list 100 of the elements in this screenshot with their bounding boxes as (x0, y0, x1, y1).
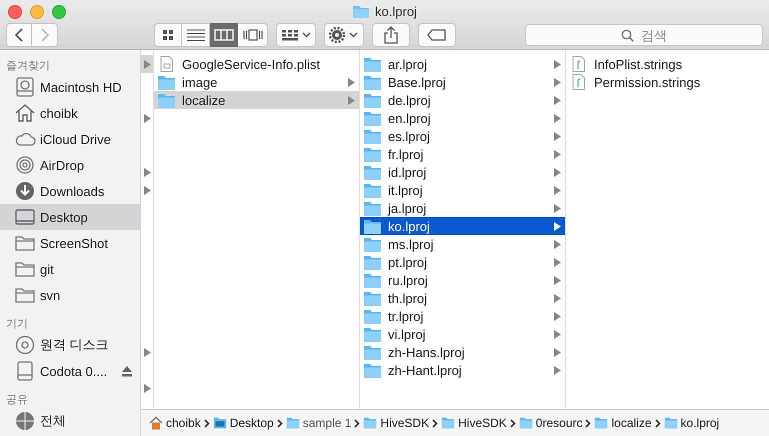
gear-icon (329, 27, 359, 43)
chevron-icon (432, 418, 438, 428)
file-row[interactable]: ms.lproj (360, 235, 565, 253)
folder-icon (157, 92, 176, 108)
expand-arrow-icon[interactable] (143, 114, 151, 122)
file-row[interactable]: ja.lproj (360, 199, 565, 217)
path-item[interactable]: HiveSDK (441, 416, 507, 430)
file-row[interactable]: ru.lproj (360, 271, 565, 289)
folder-icon (363, 236, 382, 252)
action-button[interactable] (324, 23, 364, 47)
folder-icon (363, 326, 382, 342)
sidebar-item[interactable]: iCloud Drive (0, 126, 140, 152)
sidebar-item[interactable]: 전체 (0, 408, 140, 434)
group-icon (281, 29, 311, 41)
file-row[interactable]: zh-Hans.lproj (360, 343, 565, 361)
folder-icon (363, 416, 378, 430)
folder-icon (363, 92, 382, 108)
file-row[interactable]: ar.lproj (360, 55, 565, 73)
folder-icon (363, 218, 382, 234)
file-row[interactable]: fr.lproj (360, 145, 565, 163)
file-row[interactable]: InfoPlist.strings (566, 55, 769, 73)
share-icon (384, 26, 398, 44)
folder-icon (518, 416, 533, 430)
path-item[interactable]: HiveSDK (363, 416, 430, 430)
eject-icon[interactable] (121, 366, 134, 376)
forward-icon (40, 28, 50, 42)
path-item[interactable]: ko.lproj (664, 416, 720, 430)
desktop-icon (14, 207, 36, 227)
back-icon (14, 28, 24, 42)
file-row[interactable]: tr.lproj (360, 307, 565, 325)
window-title: ko.lproj (375, 4, 417, 18)
sidebar-item[interactable]: 원격 디스크 (0, 332, 140, 358)
sidebar-section-title: 즐겨찾기 (5, 59, 51, 74)
file-row[interactable]: vi.lproj (360, 325, 565, 343)
sidebar-item[interactable]: Downloads (0, 178, 140, 204)
cover-flow-icon (242, 29, 262, 41)
chevron-icon (585, 418, 592, 428)
folder-icon (363, 200, 382, 216)
file-row[interactable]: Base.lproj (360, 73, 565, 91)
list-icon (186, 29, 204, 41)
path-item[interactable]: sample 1 (286, 416, 352, 430)
list-view-button[interactable] (182, 23, 210, 47)
group-button[interactable] (276, 23, 316, 47)
file-row[interactable]: image (154, 73, 359, 91)
folder-icon (664, 416, 678, 430)
chevron-icon (276, 418, 283, 428)
path-item[interactable]: localize (594, 416, 652, 430)
sidebar-item[interactable]: svn (0, 282, 140, 308)
grid-icon (161, 29, 175, 41)
folder-icon (363, 362, 382, 378)
folder-icon (157, 74, 176, 90)
expand-arrow-icon[interactable] (143, 384, 151, 392)
folder-icon (286, 416, 300, 430)
airdrop-icon (14, 155, 36, 175)
tag-icon (427, 29, 447, 41)
tag-button[interactable] (418, 23, 456, 47)
disc-icon (14, 335, 36, 355)
home-icon (14, 103, 36, 123)
folder-icon (363, 254, 382, 270)
chevron-icon (204, 418, 210, 428)
folder-icon (363, 146, 382, 162)
coverflow-view-button[interactable] (238, 23, 268, 47)
icons-view-button[interactable] (154, 23, 182, 47)
folder-icon (352, 4, 370, 18)
sidebar-item[interactable]: choibk (0, 100, 140, 126)
expand-arrow-icon[interactable] (143, 348, 151, 356)
sidebar-item[interactable]: Desktop (0, 204, 140, 230)
file-row[interactable]: es.lproj (360, 127, 565, 145)
file-row[interactable]: Permission.strings (566, 73, 769, 91)
home-icon (149, 416, 163, 430)
folder-icon (363, 110, 382, 126)
file-row[interactable]: ko.lproj (360, 217, 565, 235)
folder-icon (363, 272, 382, 288)
back-button[interactable] (6, 23, 32, 47)
file-row[interactable]: de.lproj (360, 91, 565, 109)
path-item[interactable]: Desktop (212, 416, 274, 430)
sidebar-item[interactable]: Codota 0.... (0, 358, 140, 384)
sidebar-item[interactable]: Macintosh HD (0, 74, 140, 100)
share-button[interactable] (372, 23, 410, 47)
columns-icon (214, 29, 234, 41)
chevron-icon (654, 418, 661, 428)
file-row[interactable]: GoogleService-Info.plist (154, 55, 359, 73)
chevron-icon (354, 418, 360, 428)
file-row[interactable]: pt.lproj (360, 253, 565, 271)
close-button[interactable] (8, 5, 22, 19)
search-field[interactable]: 검색 (525, 24, 763, 46)
sidebar-item[interactable]: ScreenShot (0, 230, 140, 256)
sidebar-item[interactable]: AirDrop (0, 152, 140, 178)
file-row[interactable]: it.lproj (360, 181, 565, 199)
file-row[interactable]: en.lproj (360, 109, 565, 127)
sidebar-item[interactable]: git (0, 256, 140, 282)
file-row[interactable]: id.lproj (360, 163, 565, 181)
file-row[interactable]: zh-Hant.lproj (360, 361, 565, 379)
path-item[interactable]: choibk (149, 416, 201, 430)
folder-icon (363, 128, 382, 144)
file-row[interactable]: th.lproj (360, 289, 565, 307)
path-item[interactable]: 0resourc (518, 416, 582, 430)
folder-icon (363, 182, 382, 198)
columns-view-button[interactable] (210, 23, 238, 47)
file-row[interactable]: localize (154, 91, 359, 109)
